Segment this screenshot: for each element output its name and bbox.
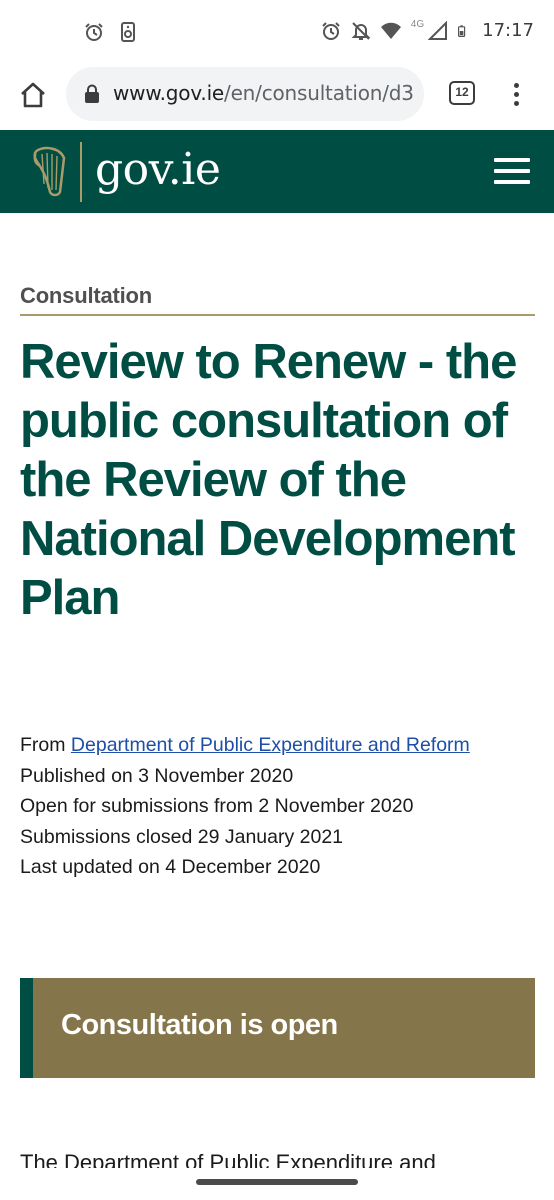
page-title: Review to Renew - the public consultatio… bbox=[20, 335, 517, 625]
url-domain: www.gov.ie bbox=[113, 81, 225, 105]
network-type: 4G bbox=[410, 19, 425, 30]
divider bbox=[20, 314, 535, 316]
overflow-menu-icon[interactable] bbox=[508, 80, 524, 110]
site-logo[interactable]: gov.ie bbox=[95, 144, 221, 195]
battery-icon bbox=[458, 24, 466, 37]
alarm-icon bbox=[322, 21, 340, 40]
browser-toolbar: www.gov.ie/en/consultation/d3 12 bbox=[0, 62, 554, 130]
lock-icon bbox=[85, 84, 99, 103]
from-label: From bbox=[20, 734, 66, 756]
gesture-nav-handle[interactable] bbox=[196, 1179, 358, 1185]
url-text[interactable]: www.gov.ie/en/consultation/d3 bbox=[113, 81, 417, 105]
speaker-icon bbox=[121, 22, 135, 42]
bell-off-icon bbox=[351, 21, 371, 40]
status-bar-left-icons bbox=[84, 22, 138, 42]
wifi-icon bbox=[380, 22, 401, 39]
status-time: 17:17 bbox=[482, 20, 534, 41]
last-updated: Last updated on 4 December 2020 bbox=[20, 856, 321, 878]
from-line: From Department of Public Expenditure an… bbox=[20, 730, 470, 761]
consultation-status-text: Consultation is open bbox=[61, 1009, 338, 1041]
department-link[interactable]: Department of Public Expenditure and Ref… bbox=[71, 734, 470, 756]
alarm-icon bbox=[85, 23, 103, 41]
url-path: /en/consultation/d3 bbox=[224, 81, 414, 105]
status-bar-right-icons: 4G 17:17 bbox=[321, 19, 534, 41]
harp-icon bbox=[33, 146, 66, 197]
home-icon[interactable] bbox=[18, 80, 48, 110]
signal-icon bbox=[428, 20, 448, 40]
site-header: gov.ie bbox=[0, 130, 554, 213]
logo-divider bbox=[80, 142, 82, 202]
consultation-status-callout: Consultation is open bbox=[20, 978, 535, 1078]
content-type-label: Consultation bbox=[20, 283, 153, 308]
open-date: Open for submissions from 2 November 202… bbox=[20, 795, 414, 817]
hamburger-menu-icon[interactable] bbox=[494, 158, 530, 188]
tab-switcher-button[interactable]: 12 bbox=[449, 81, 475, 105]
closed-date: Submissions closed 29 January 2021 bbox=[20, 825, 344, 848]
address-bar[interactable]: www.gov.ie/en/consultation/d3 bbox=[66, 67, 424, 121]
status-bar: 4G 17:17 bbox=[0, 0, 554, 62]
page-metadata: From Department of Public Expenditure an… bbox=[20, 730, 470, 883]
published-date: Published on 3 November 2020 bbox=[20, 764, 294, 787]
